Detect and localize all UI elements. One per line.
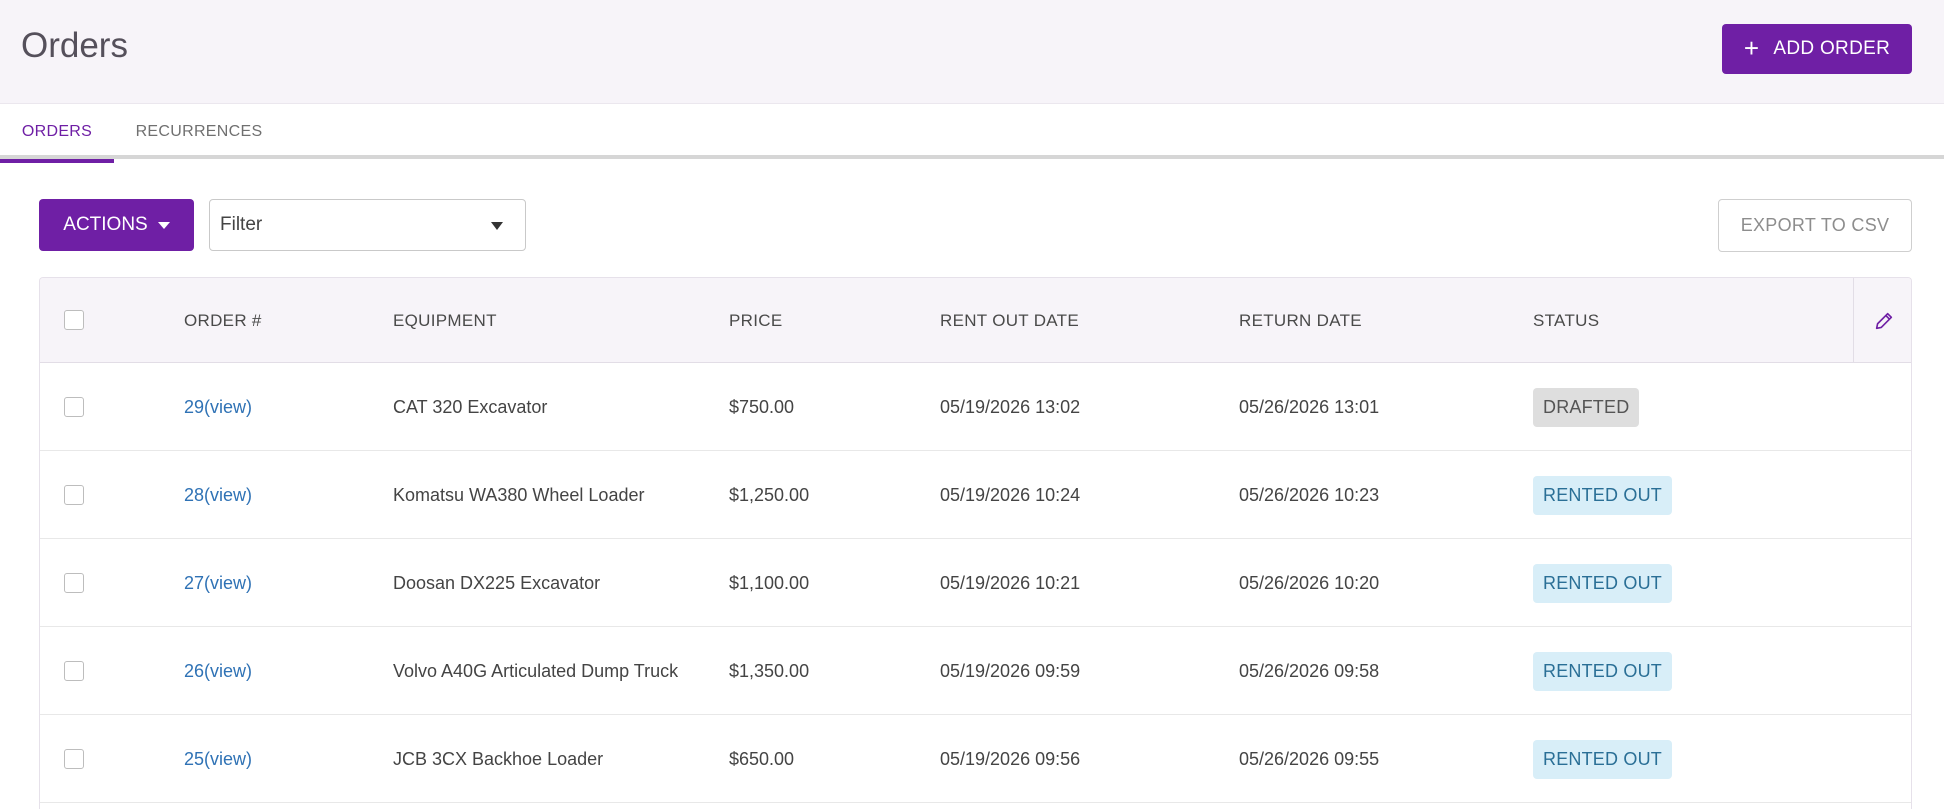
pencil-icon [1875,312,1892,329]
column-header-return-date[interactable]: RETURN DATE [1239,278,1362,363]
column-header-status[interactable]: STATUS [1533,278,1599,363]
price-cell: $1,100.00 [729,572,810,593]
equipment-cell: Komatsu WA380 Wheel Loader [393,484,645,505]
table-header: ORDER # EQUIPMENT PRICE RENT OUT DATE RE… [40,278,1911,363]
page-header: Orders + ADD ORDER [0,0,1944,104]
column-header-order[interactable]: ORDER # [184,278,262,363]
status-badge: RENTED OUT [1533,739,1672,779]
status-badge: DRAFTED [1533,387,1640,427]
table-row: 25(view) JCB 3CX Backhoe Loader $650.00 … [40,715,1911,803]
select-all-checkbox[interactable] [64,310,84,330]
order-link[interactable]: 27(view) [184,573,252,594]
price-cell: $1,250.00 [729,484,810,505]
orders-table: ORDER # EQUIPMENT PRICE RENT OUT DATE RE… [39,277,1912,809]
row-checkbox[interactable] [64,661,84,681]
actions-button[interactable]: ACTIONS [39,199,194,251]
rent-out-date-cell: 05/19/2026 10:21 [940,572,1081,593]
equipment-cell: CAT 320 Excavator [393,396,548,417]
add-order-button[interactable]: + ADD ORDER [1722,24,1912,74]
column-header-rent-out-date[interactable]: RENT OUT DATE [940,278,1079,363]
status-badge: RENTED OUT [1533,475,1672,515]
order-link[interactable]: 29(view) [184,397,252,418]
return-date-cell: 05/26/2026 10:20 [1239,572,1380,593]
table-row: 29(view) CAT 320 Excavator $750.00 05/19… [40,363,1911,451]
equipment-cell: JCB 3CX Backhoe Loader [393,748,604,769]
plus-icon: + [1743,32,1760,63]
page-title: Orders [21,26,128,65]
return-date-cell: 05/26/2026 09:58 [1239,660,1380,681]
column-header-price[interactable]: PRICE [729,278,782,363]
tab-recurrences[interactable]: RECURRENCES [124,104,274,159]
return-date-cell: 05/26/2026 09:55 [1239,748,1380,769]
rent-out-date-cell: 05/19/2026 10:24 [940,484,1081,505]
table-row: 26(view) Volvo A40G Articulated Dump Tru… [40,627,1911,715]
add-order-label: ADD ORDER [1773,38,1891,59]
edit-columns-button[interactable] [1853,278,1911,363]
row-checkbox[interactable] [64,573,84,593]
row-checkbox[interactable] [64,485,84,505]
equipment-cell: Volvo A40G Articulated Dump Truck [393,660,679,681]
caret-down-icon [157,221,170,229]
column-header-equipment[interactable]: EQUIPMENT [393,278,497,363]
order-link[interactable]: 25(view) [184,749,252,770]
row-checkbox[interactable] [64,749,84,769]
rent-out-date-cell: 05/19/2026 09:59 [940,660,1081,681]
table-row: 28(view) Komatsu WA380 Wheel Loader $1,2… [40,451,1911,539]
tab-orders[interactable]: ORDERS [0,104,114,163]
row-checkbox[interactable] [64,397,84,417]
actions-label: ACTIONS [63,214,148,235]
rent-out-date-cell: 05/19/2026 09:56 [940,748,1081,769]
rent-out-date-cell: 05/19/2026 13:02 [940,396,1081,417]
status-badge: RENTED OUT [1533,563,1672,603]
table-row: 27(view) Doosan DX225 Excavator $1,100.0… [40,539,1911,627]
status-badge: RENTED OUT [1533,651,1672,691]
return-date-cell: 05/26/2026 13:01 [1239,396,1380,417]
caret-down-icon [491,222,503,230]
return-date-cell: 05/26/2026 10:23 [1239,484,1380,505]
order-link[interactable]: 26(view) [184,661,252,682]
order-link[interactable]: 28(view) [184,485,252,506]
price-cell: $650.00 [729,748,795,769]
equipment-cell: Doosan DX225 Excavator [393,572,601,593]
price-cell: $750.00 [729,396,795,417]
price-cell: $1,350.00 [729,660,810,681]
tab-bar: ORDERS RECURRENCES [0,104,1944,163]
filter-select[interactable]: Filter [209,199,526,251]
filter-value: Filter [220,214,263,235]
export-csv-button[interactable]: EXPORT TO CSV [1718,199,1912,252]
